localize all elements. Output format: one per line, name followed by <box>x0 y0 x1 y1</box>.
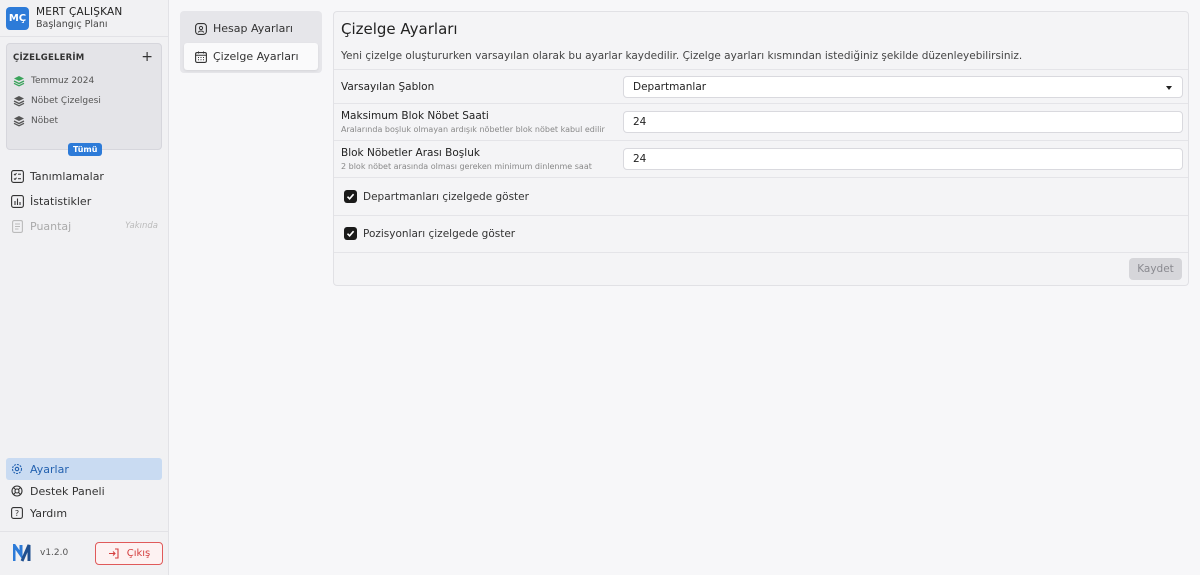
save-button[interactable]: Kaydet <box>1129 258 1182 280</box>
nav-item-definitions[interactable]: Tanımlamalar <box>6 165 162 187</box>
page-title: Çizelge Ayarları <box>341 20 458 38</box>
user-name: MERT ÇALIŞKAN <box>36 6 123 18</box>
lifebuoy-icon <box>10 484 24 498</box>
tab-schedule-settings[interactable]: Çizelge Ayarları <box>184 43 318 70</box>
checkbox-label: Departmanları çizelgede göster <box>363 190 529 203</box>
divider <box>0 531 169 532</box>
app-version: v1.2.0 <box>40 548 69 558</box>
tab-label: Hesap Ayarları <box>213 22 293 35</box>
setting-label: Varsayılan Şablon <box>341 81 435 93</box>
checkmark-icon <box>344 190 357 203</box>
user-profile[interactable]: MÇ MERT ÇALIŞKAN Başlangıç Planı <box>6 6 122 30</box>
divider <box>0 36 169 37</box>
logout-label: Çıkış <box>126 548 151 559</box>
checkmark-icon <box>344 227 357 240</box>
logout-button[interactable]: Çıkış <box>95 542 163 565</box>
divider <box>334 252 1188 253</box>
layers-icon <box>13 116 25 127</box>
layers-icon <box>13 76 25 87</box>
nav-label: Ayarlar <box>30 462 69 476</box>
setting-label: Blok Nöbetler Arası Boşluk <box>341 147 480 159</box>
show-positions-checkbox[interactable]: Pozisyonları çizelgede göster <box>344 227 515 240</box>
input-value: 24 <box>633 153 647 165</box>
all-schedules-button[interactable]: Tümü <box>68 143 103 156</box>
input-value: 24 <box>633 116 647 128</box>
help-icon: ? <box>10 506 24 520</box>
nav-item-settings[interactable]: Ayarlar <box>6 458 162 480</box>
calendar-icon <box>195 51 207 63</box>
nav-label: Tanımlamalar <box>30 169 104 183</box>
schedule-item-0[interactable]: Temmuz 2024 <box>13 75 94 87</box>
setting-row-show-positions: Pozisyonları çizelgede göster <box>334 215 1188 252</box>
schedules-heading: ÇİZELGELERİM <box>13 53 85 63</box>
plus-icon[interactable]: + <box>141 49 153 65</box>
schedules-panel: ÇİZELGELERİM + Temmuz 2024 Nöbet Çizelge… <box>6 43 162 150</box>
bar-chart-icon <box>10 194 24 208</box>
setting-description: 2 blok nöbet arasında olması gereken min… <box>341 162 592 171</box>
schedule-label: Nöbet Çizelgesi <box>31 96 101 106</box>
show-departments-checkbox[interactable]: Departmanları çizelgede göster <box>344 190 529 203</box>
schedule-item-1[interactable]: Nöbet Çizelgesi <box>13 95 101 107</box>
nav-item-help[interactable]: ? Yardım <box>6 502 162 524</box>
logout-icon <box>108 548 119 559</box>
checkbox-label: Pozisyonları çizelgede göster <box>363 227 516 240</box>
tab-label: Çizelge Ayarları <box>213 50 299 63</box>
nav-item-timesheet: Puantaj Yakında <box>6 215 162 237</box>
user-shield-icon <box>195 22 207 35</box>
setting-row-max-block: Maksimum Blok Nöbet Saati Aralarında boş… <box>334 103 1188 140</box>
gear-icon <box>10 462 24 476</box>
nav-label: İstatistikler <box>30 194 92 208</box>
schedule-item-2[interactable]: Nöbet <box>13 115 58 127</box>
coming-soon-badge: Yakında <box>125 221 158 231</box>
caret-down-icon <box>1166 86 1172 90</box>
schedule-settings-panel: Çizelge Ayarları Yeni çizelge oluştururk… <box>333 11 1189 286</box>
sidebar: MÇ MERT ÇALIŞKAN Başlangıç Planı ÇİZELGE… <box>0 0 169 575</box>
nav-label: Yardım <box>30 506 68 520</box>
user-plan: Başlangıç Planı <box>36 19 108 30</box>
setting-row-default-template: Varsayılan Şablon Departmanlar <box>334 69 1188 103</box>
nav-item-statistics[interactable]: İstatistikler <box>6 190 162 212</box>
max-block-hours-input[interactable]: 24 <box>623 111 1183 133</box>
settings-tabs: Hesap Ayarları Çizelge Ayarları <box>180 11 322 73</box>
setting-description: Aralarında boşluk olmayan ardışık nöbetl… <box>341 125 605 134</box>
checklist-icon <box>10 169 24 183</box>
app-logo-icon <box>13 544 31 562</box>
setting-row-block-gap: Blok Nöbetler Arası Boşluk 2 blok nöbet … <box>334 140 1188 177</box>
tab-account-settings[interactable]: Hesap Ayarları <box>184 15 318 42</box>
select-value: Departmanlar <box>633 81 707 93</box>
setting-row-show-departments: Departmanları çizelgede göster <box>334 177 1188 215</box>
default-template-select[interactable]: Departmanlar <box>623 76 1183 98</box>
block-gap-hours-input[interactable]: 24 <box>623 148 1183 170</box>
svg-text:?: ? <box>15 509 19 518</box>
nav-label: Destek Paneli <box>30 484 105 498</box>
schedule-label: Temmuz 2024 <box>31 76 95 86</box>
document-icon <box>10 219 24 233</box>
layers-icon <box>13 96 25 107</box>
avatar: MÇ <box>6 6 29 30</box>
nav-label: Puantaj <box>30 219 72 233</box>
setting-label: Maksimum Blok Nöbet Saati <box>341 110 489 122</box>
nav-item-support[interactable]: Destek Paneli <box>6 480 162 502</box>
schedule-label: Nöbet <box>31 116 59 126</box>
page-description: Yeni çizelge oluştururken varsayılan ola… <box>341 50 1023 62</box>
